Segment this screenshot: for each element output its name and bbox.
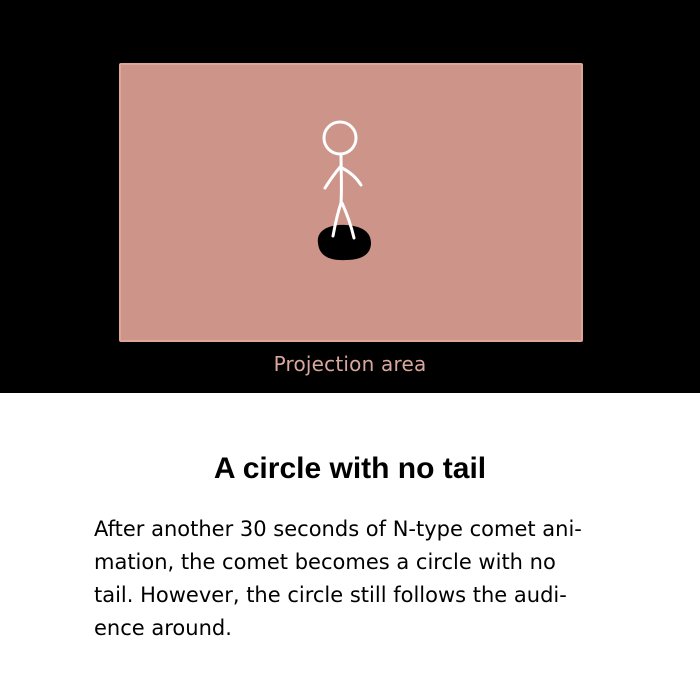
description-line: After another 30 seconds of N-type comet…	[94, 517, 582, 541]
slide-title: A circle with no tail	[213, 452, 487, 485]
slide-description: After another 30 seconds of N-type comet…	[94, 513, 614, 645]
stick-figure-head	[322, 120, 358, 156]
projection-stage: Projection area	[0, 0, 700, 393]
description-line: tail. However, the circle still follows …	[94, 583, 567, 607]
description-line: ence around.	[94, 616, 232, 640]
stick-figure-left-arm	[323, 164, 343, 190]
projection-illustration	[317, 120, 371, 261]
stick-figure-icon	[322, 120, 363, 240]
description-line: mation, the comet becomes a circle with …	[94, 550, 556, 574]
projection-area-label: Projection area	[273, 352, 427, 376]
comet-circle-icon	[317, 224, 371, 261]
stick-figure-right-arm	[340, 166, 363, 187]
